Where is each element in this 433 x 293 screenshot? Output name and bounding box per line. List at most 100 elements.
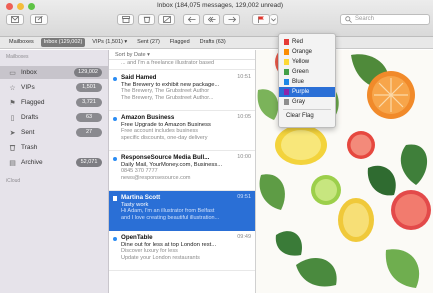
message-sender: Amazon Business [121,114,175,121]
message-preview: ... and I'm a freelance illustrator base… [121,60,215,66]
sidebar-item-label: Trash [21,144,38,151]
window-title: Inbox (184,075 messages, 129,002 unread) [156,2,284,9]
message-time: 10:00 [237,154,251,160]
reply-all-button[interactable] [203,14,220,25]
unread-count-badge: 63 [76,113,102,122]
list-item[interactable]: ... and I'm a freelance illustrator base… [109,56,255,70]
message-time: 10:51 [237,74,251,80]
close-button[interactable] [6,3,13,10]
purple-flag-icon [284,89,289,95]
flag-button[interactable] [252,14,270,25]
message-list: Sort by Date ▾ ... and I'm a freelance i… [109,50,256,293]
forward-icon [228,16,236,23]
menu-item-label: Yellow [292,59,310,65]
sidebar-item-drafts[interactable]: ▯ Drafts 63 [0,111,108,124]
green-flag-icon [284,69,289,75]
flag-menu-item-orange[interactable]: Orange [279,47,335,57]
archive-button[interactable] [117,14,134,25]
flag-menu-item-red[interactable]: Red [279,37,335,47]
unread-count-badge: 129,002 [74,68,102,77]
unread-count-badge: 52,071 [76,158,102,167]
sidebar-item-inbox[interactable]: ▭ Inbox 129,002 [0,66,108,79]
sidebar-section-icloud[interactable]: iCloud [6,178,20,184]
favorites-bar: Mailboxes Inbox (129,002) VIPs (1,501) ▾… [0,37,433,49]
menu-item-label: Orange [292,49,313,55]
delete-button[interactable] [138,14,155,25]
sidebar-item-sent[interactable]: ➤ Sent 27 [0,126,108,139]
flag-menu-item-yellow[interactable]: Yellow [279,57,335,67]
unread-dot-icon [113,77,117,81]
chevron-down-icon [271,18,276,22]
star-icon: ☆ [9,84,16,92]
archive-icon: ▤ [9,159,16,167]
unread-dot-icon [113,117,117,121]
compose-icon [35,16,43,23]
junk-icon [162,16,171,23]
menu-item-label: Gray [292,99,306,105]
message-preview: specific discounts, one-day delivery [121,135,208,141]
reply-button[interactable] [183,14,200,25]
sidebar-item-trash[interactable]: Trash [0,141,108,154]
list-item[interactable]: OpenTable 09:49 Dine out for less at top… [109,231,255,271]
red-flag-icon [284,39,289,45]
trash-icon [143,16,150,23]
list-item[interactable]: Amazon Business 10:05 Free Upgrade to Am… [109,111,255,151]
orange-flag-icon [284,49,289,55]
message-preview: Hi Adam, I'm an illustrator from Belfast [121,208,215,214]
flag-color-menu: Red Orange Yellow Green Blue Purple Gray… [278,33,336,128]
flag-menu-item-blue[interactable]: Blue [279,77,335,87]
blue-flag-icon [284,79,289,85]
sidebar-section-mailboxes: Mailboxes [6,54,29,60]
zoom-button[interactable] [28,3,35,10]
message-preview: and I love creating beautiful illustrati… [121,215,220,221]
search-input[interactable]: Search [340,14,430,25]
archive-box-icon [121,16,130,23]
favorite-flagged[interactable]: Flagged [167,38,193,47]
message-sender: OpenTable [121,234,153,241]
mail-window: Inbox (184,075 messages, 129,002 unread) [0,0,433,293]
inbox-icon: ▭ [9,69,16,77]
list-item-selected[interactable]: Martina Scott 09:51 Tasty work Hi Adam, … [109,191,255,231]
search-icon [345,16,352,27]
clear-flag-menu-item[interactable]: Clear Flag [279,111,335,121]
favorite-inbox[interactable]: Inbox (129,002) [40,38,86,47]
get-mail-button[interactable] [6,14,24,25]
list-item[interactable]: Said Hamed 10:51 The Brewery to exhibit … [109,71,255,111]
flag-menu-item-gray[interactable]: Gray [279,97,335,107]
message-preview: The Brewery, The Grubstreet Author... [121,95,214,101]
minimize-button[interactable] [17,3,24,10]
sidebar-item-vips[interactable]: ☆ VIPs 1,501 [0,81,108,94]
list-item[interactable]: ResponseSource Media Bull... 10:00 Daily… [109,151,255,191]
flag-menu-button[interactable] [270,14,278,25]
flag-menu-item-green[interactable]: Green [279,67,335,77]
forward-button[interactable] [223,14,240,25]
menu-item-label: Blue [292,79,305,85]
unread-count-badge: 3,721 [76,98,102,107]
message-sender: ResponseSource Media Bull... [121,154,210,161]
junk-button[interactable] [158,14,175,25]
favorite-mailboxes[interactable]: Mailboxes [6,38,37,47]
favorite-vips[interactable]: VIPs (1,501) ▾ [89,38,130,47]
sidebar-item-flagged[interactable]: ⚑ Flagged 3,721 [0,96,108,109]
red-flag-icon [258,16,264,23]
sidebar-item-archive[interactable]: ▤ Archive 52,071 [0,156,108,169]
search-placeholder: Search [355,16,375,22]
unread-count-badge: 1,501 [76,83,102,92]
reply-all-icon [207,16,215,23]
envelope-icon [11,16,19,23]
paper-plane-icon: ➤ [9,129,16,137]
flag-icon: ⚑ [9,99,16,107]
message-time: 09:49 [237,234,251,240]
flag-icon [113,196,117,201]
compose-button[interactable] [30,14,48,25]
reply-icon [187,16,195,23]
favorite-drafts[interactable]: Drafts (63) [197,38,229,47]
title-bar: Inbox (184,075 messages, 129,002 unread) [0,0,433,37]
yellow-flag-icon [284,59,289,65]
favorite-sent[interactable]: Sent (27) [134,38,163,47]
message-sender: Said Hamed [121,74,157,81]
flag-menu-item-purple[interactable]: Purple [279,87,335,97]
menu-item-label: Purple [292,89,310,95]
message-preview: Free account includes business [121,128,199,134]
message-sender: Martina Scott [121,194,161,201]
